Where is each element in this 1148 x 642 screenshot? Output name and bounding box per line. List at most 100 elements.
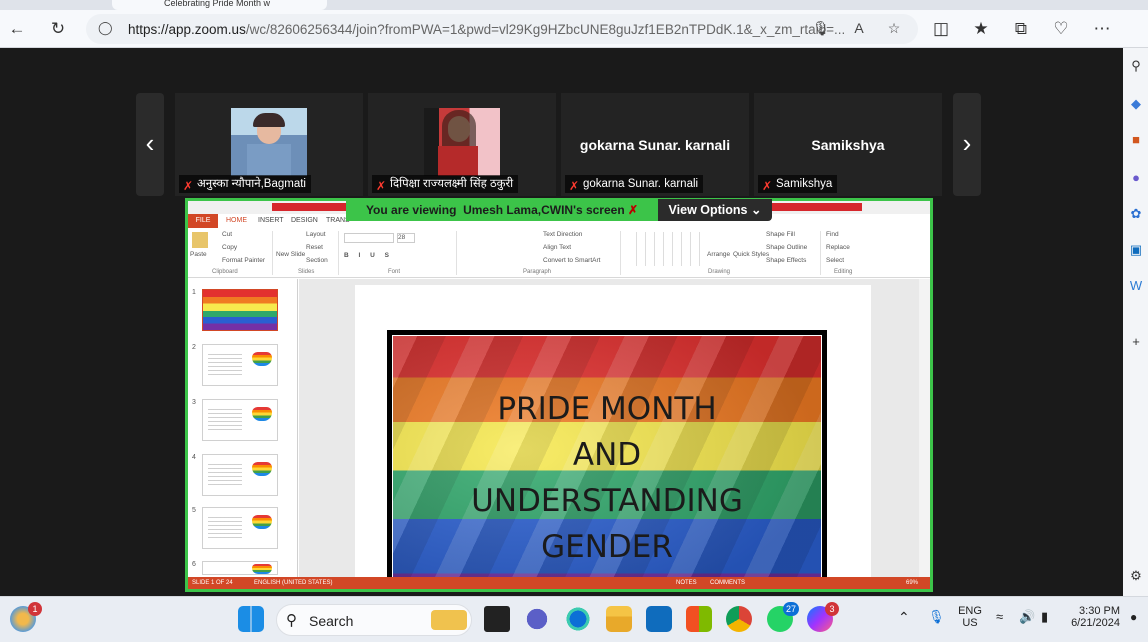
align-text-button[interactable]: Align Text	[543, 244, 571, 251]
ppt-tab-insert[interactable]: INSERT	[258, 217, 284, 224]
reset-button[interactable]: Reset	[306, 244, 323, 251]
convert-smartart-button[interactable]: Convert to SmartArt	[543, 257, 600, 264]
tag-icon[interactable]: ◆	[1128, 96, 1144, 112]
shape-effects-button[interactable]: Shape Effects	[766, 257, 806, 264]
people-icon[interactable]: ●	[1128, 170, 1144, 186]
paste-button[interactable]: Paste	[190, 251, 207, 258]
replace-button[interactable]: Replace	[826, 244, 850, 251]
wifi-icon[interactable]: ≈	[996, 609, 1003, 624]
participant-tile[interactable]: Samikshya ✗ Samikshya	[754, 93, 942, 196]
font-format-buttons[interactable]: B I U S	[344, 252, 393, 259]
url-path: /wc/82606256344/join?fromPWA=1&pwd=vl29K…	[245, 22, 846, 37]
ppt-tab-home[interactable]: HOME	[226, 217, 247, 224]
editing-group-label: Editing	[834, 269, 853, 275]
teams-chat-icon[interactable]	[524, 606, 550, 632]
notification-bell-icon[interactable]: ●	[1130, 610, 1137, 624]
current-slide[interactable]: PRIDE MONTH AND UNDERSTANDING GENDER	[387, 330, 827, 589]
notes-button[interactable]: NOTES	[676, 577, 697, 589]
slide-thumbnail[interactable]	[202, 561, 278, 575]
back-arrow-icon[interactable]: ←	[6, 18, 28, 40]
battery-icon[interactable]: ▮	[1041, 609, 1048, 625]
copilot-icon[interactable]: ✿	[1128, 206, 1144, 222]
select-button[interactable]: Select	[826, 257, 844, 264]
format-painter-button[interactable]: Format Painter	[222, 257, 265, 264]
language-indicator: ENGLISH (UNITED STATES)	[254, 580, 333, 586]
slide-thumbnail[interactable]	[202, 399, 278, 441]
refresh-icon[interactable]: ↻	[47, 18, 69, 40]
participant-name: दिपिक्षा राज्यलक्ष्मी सिंह ठकुरी	[390, 178, 514, 190]
new-slide-button[interactable]: New Slide	[276, 251, 305, 258]
store-icon[interactable]	[686, 606, 712, 632]
section-button[interactable]: Section	[306, 257, 328, 264]
search-icon[interactable]: ⚲	[1128, 58, 1144, 74]
vertical-scrollbar[interactable]	[919, 279, 930, 577]
shared-screen[interactable]: FILE HOME INSERT DESIGN TRANS Paste Cut …	[185, 198, 933, 592]
ppt-tab-file[interactable]: FILE	[188, 214, 218, 228]
word-icon[interactable]: W	[1128, 278, 1144, 294]
ppt-tab-design[interactable]: DESIGN	[291, 217, 318, 224]
zoom-meeting-area: ‹ ✗ अनुस्का न्यौपाने,Bagmati ✗ दिपिक्षा रा…	[0, 48, 1123, 596]
font-size-box[interactable]: 28	[397, 233, 415, 243]
site-info-icon[interactable]: ◯	[98, 20, 116, 38]
briefcase-icon[interactable]: ■	[1128, 132, 1144, 148]
participant-tile[interactable]: ✗ दिपिक्षा राज्यलक्ष्मी सिंह ठकुरी	[368, 93, 556, 196]
address-bar[interactable]: ◯ https://app.zoom.us/wc/82606256344/joi…	[86, 14, 918, 44]
favorite-star-icon[interactable]: ☆	[884, 20, 904, 37]
outlook-icon[interactable]: ▣	[1128, 242, 1144, 258]
mic-muted-icon: ✗	[376, 179, 387, 193]
edge-browser-icon[interactable]	[565, 606, 591, 632]
volume-icon[interactable]: 🔊	[1019, 609, 1035, 625]
task-view-icon[interactable]	[484, 606, 510, 632]
participant-tile[interactable]: gokarna Sunar. karnali ✗ gokarna Sunar. k…	[561, 93, 749, 196]
text-direction-button[interactable]: Text Direction	[543, 231, 582, 238]
browser-tab-active[interactable]: Celebrating Pride Month w	[112, 0, 327, 10]
slides-group-label: Slides	[298, 269, 315, 275]
cut-button[interactable]: Cut	[222, 231, 232, 238]
add-icon[interactable]: +	[1128, 334, 1144, 350]
copy-button[interactable]: Copy	[222, 244, 237, 251]
comments-button[interactable]: COMMENTS	[710, 577, 745, 589]
arrange-button[interactable]: Arrange	[707, 251, 730, 258]
quick-styles-button[interactable]: Quick Styles	[733, 251, 769, 258]
more-menu-icon[interactable]: ⋯	[1091, 18, 1113, 40]
next-participants-button[interactable]: ›	[953, 93, 981, 196]
language-indicator[interactable]: ENG US	[955, 605, 985, 629]
slide-thumbnail[interactable]	[202, 507, 278, 549]
collections-icon[interactable]: ⧉	[1010, 18, 1032, 40]
microphone-icon[interactable]: 🎙	[811, 20, 831, 37]
previous-participants-button[interactable]: ‹	[136, 93, 164, 196]
slide-thumbnail[interactable]	[202, 454, 278, 496]
clock[interactable]: 3:30 PM 6/21/2024	[1066, 605, 1120, 629]
zoom-level[interactable]: 69%	[906, 577, 918, 589]
shape-outline-button[interactable]: Shape Outline	[766, 244, 807, 251]
settings-gear-icon[interactable]: ⚙	[1128, 568, 1144, 584]
paste-icon[interactable]	[192, 232, 208, 248]
chevron-up-icon[interactable]: ⌃	[898, 609, 910, 626]
microphone-icon[interactable]: 🎙	[928, 609, 945, 625]
weather-widget-icon[interactable]: 1	[10, 602, 42, 632]
chrome-icon[interactable]	[726, 606, 752, 632]
file-explorer-icon[interactable]	[606, 606, 632, 632]
shapes-gallery[interactable]	[628, 232, 704, 266]
thumb-number: 5	[192, 507, 196, 514]
whatsapp-icon[interactable]: 27	[767, 602, 799, 632]
slide-thumbnail[interactable]	[202, 289, 278, 331]
shape-fill-button[interactable]: Shape Fill	[766, 231, 795, 238]
taskbar-search[interactable]: ⚲ Search	[276, 604, 472, 636]
find-button[interactable]: Find	[826, 231, 839, 238]
mail-icon[interactable]	[646, 606, 672, 632]
browser-essentials-icon[interactable]: ♡	[1050, 18, 1072, 40]
split-screen-icon[interactable]: ◫	[930, 18, 952, 40]
participant-tile[interactable]: ✗ अनुस्का न्यौपाने,Bagmati	[175, 93, 363, 196]
layout-button[interactable]: Layout	[306, 231, 326, 238]
read-aloud-icon[interactable]: A	[849, 20, 869, 36]
participant-name-label: ✗ दिपिक्षा राज्यलक्ष्मी सिंह ठकुरी	[372, 175, 519, 193]
windows-start-icon[interactable]	[238, 606, 264, 632]
viewing-prefix: You are viewing	[365, 203, 457, 217]
slide-thumbnail[interactable]	[202, 344, 278, 386]
url-text[interactable]: https://app.zoom.us/wc/82606256344/join?…	[128, 22, 845, 37]
favorites-icon[interactable]: ★	[970, 18, 992, 40]
font-name-box[interactable]	[344, 233, 394, 243]
view-options-button[interactable]: View Options ⌄	[658, 199, 772, 221]
messenger-icon[interactable]: 3	[807, 602, 839, 632]
